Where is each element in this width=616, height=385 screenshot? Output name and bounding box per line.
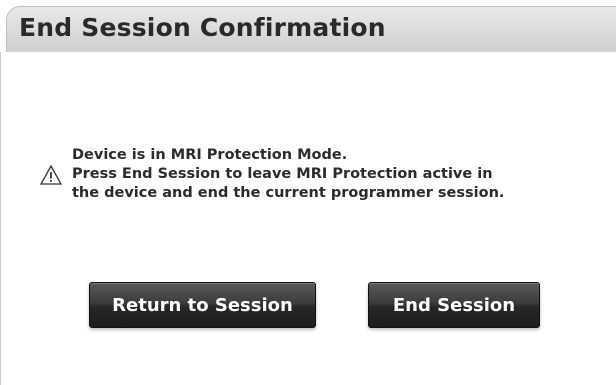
message-line: Device is in MRI Protection Mode. bbox=[72, 147, 348, 163]
end-session-dialog: End Session Confirmation Device is in MR… bbox=[0, 0, 616, 385]
return-to-session-button[interactable]: Return to Session bbox=[89, 282, 316, 328]
message-line: Press End Session to leave MRI Protectio… bbox=[72, 166, 493, 182]
dialog-title: End Session Confirmation bbox=[19, 13, 386, 42]
dialog-message: Device is in MRI Protection Mode. Press … bbox=[72, 146, 592, 203]
dialog-title-bar: End Session Confirmation bbox=[6, 6, 616, 52]
message-line: the device and end the current programme… bbox=[72, 185, 505, 201]
warning-icon bbox=[40, 165, 62, 185]
end-session-button[interactable]: End Session bbox=[368, 282, 540, 328]
dialog-body bbox=[0, 52, 616, 385]
